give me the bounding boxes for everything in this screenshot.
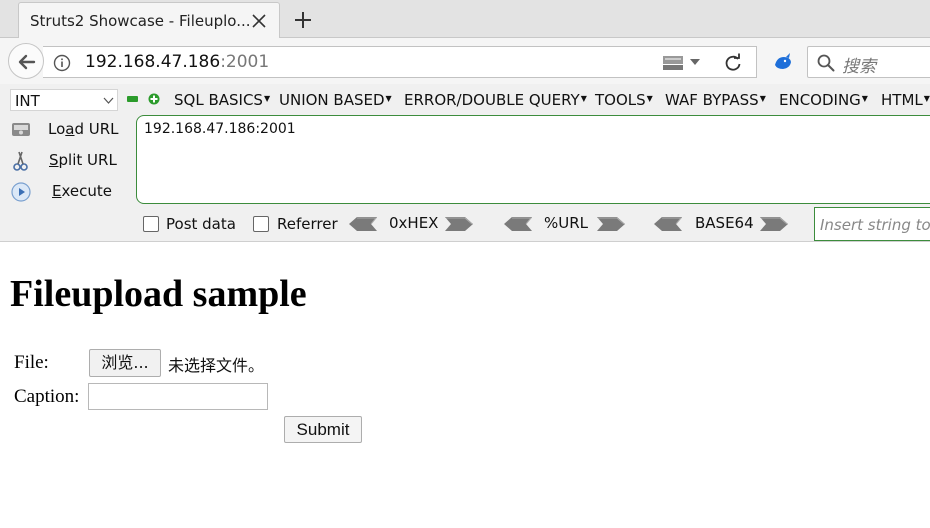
search-input[interactable]: 搜索 (842, 52, 876, 77)
caret-down-icon: ▼ (759, 94, 766, 103)
page-actions-icon[interactable] (661, 53, 685, 73)
url-port: :2001 (220, 52, 270, 72)
new-tab-icon[interactable] (291, 8, 315, 32)
label-part: plit URL (58, 151, 117, 169)
caption-label: Caption: (14, 386, 80, 407)
tab-title: Struts2 Showcase - Fileuplo... (30, 12, 251, 30)
base64-encode-arrow-icon[interactable] (760, 217, 788, 231)
referrer-checkbox[interactable] (253, 216, 269, 232)
menu-label: SQL BASICS (174, 91, 263, 109)
caption-input[interactable] (88, 383, 268, 410)
menu-encoding[interactable]: ENCODING▼ (779, 91, 868, 109)
split-url-button[interactable]: Split URL (10, 148, 130, 174)
type-select[interactable]: INT (10, 89, 118, 111)
back-arrow-icon (18, 54, 36, 70)
load-url-button[interactable]: Load URL (10, 117, 130, 143)
menu-waf-bypass[interactable]: WAF BYPASS▼ (665, 91, 766, 109)
back-button[interactable] (8, 43, 44, 79)
search-bar[interactable]: 搜索 (807, 46, 930, 78)
insert-string-input[interactable]: Insert string to (814, 207, 930, 241)
type-select-value: INT (15, 92, 40, 110)
url-bar[interactable]: 192.168.47.186:2001 (43, 46, 757, 78)
menu-error-double-query[interactable]: ERROR/DOUBLE QUERY▼ (404, 91, 587, 109)
minus-icon[interactable] (127, 96, 138, 102)
menu-label: TOOLS (595, 91, 646, 109)
menu-label: ERROR/DOUBLE QUERY (404, 91, 580, 109)
base64-label: BASE64 (695, 214, 754, 232)
plus-icon[interactable] (148, 93, 160, 105)
menu-label: WAF BYPASS (665, 91, 759, 109)
menu-label: HTML (881, 91, 923, 109)
caret-down-icon: ▼ (580, 94, 587, 103)
label-accesskey: S (49, 151, 59, 169)
url-textarea[interactable]: 192.168.47.186:2001 (136, 115, 930, 204)
referrer-label: Referrer (277, 215, 338, 233)
post-data-label: Post data (166, 215, 236, 233)
load-url-label: Load URL (48, 120, 119, 138)
label-part: d URL (74, 120, 119, 138)
navigation-bar: 192.168.47.186:2001 搜索 (0, 38, 930, 84)
load-url-icon (12, 123, 30, 136)
url-decode-arrow-icon[interactable] (504, 217, 532, 231)
chevron-down-icon (103, 97, 114, 104)
split-url-label: Split URL (49, 151, 117, 169)
hex-decode-arrow-icon[interactable] (349, 217, 377, 231)
extension-icon[interactable] (772, 51, 794, 73)
caret-down-icon: ▼ (861, 94, 868, 103)
hex-encode-arrow-icon[interactable] (445, 217, 473, 231)
browse-button[interactable]: 浏览... (89, 349, 161, 377)
tab-strip: Struts2 Showcase - Fileuplo... (0, 0, 930, 39)
menu-label: ENCODING (779, 91, 861, 109)
menu-html[interactable]: HTML▼ (881, 91, 930, 109)
url-textarea-value: 192.168.47.186:2001 (144, 121, 296, 137)
file-label: File: (14, 352, 49, 373)
post-data-checkbox[interactable] (143, 216, 159, 232)
execute-button[interactable]: Execute (10, 179, 130, 205)
page-title: Fileupload sample (10, 273, 307, 315)
menu-label: UNION BASED (279, 91, 385, 109)
caret-down-icon: ▼ (646, 94, 653, 103)
search-icon (817, 54, 835, 72)
url-encode-label: %URL (544, 214, 589, 232)
execute-label: Execute (52, 182, 112, 200)
caret-down-icon: ▼ (263, 94, 271, 103)
insert-string-placeholder: Insert string to (820, 216, 930, 234)
url-text[interactable]: 192.168.47.186:2001 (85, 52, 269, 72)
hackbar-toolbar: INT SQL BASICS▼ UNION BASED▼ ERROR/DOUBL… (0, 84, 930, 242)
scissors-icon (13, 151, 28, 171)
close-icon[interactable] (249, 11, 269, 31)
tab-active[interactable]: Struts2 Showcase - Fileuplo... (18, 2, 280, 39)
menu-tools[interactable]: TOOLS▼ (595, 91, 653, 109)
caret-down-icon: ▼ (923, 94, 930, 103)
reload-icon[interactable] (723, 53, 743, 73)
caret-down-icon: ▼ (385, 94, 392, 103)
label-part: xecute (61, 182, 112, 200)
menu-union-based[interactable]: UNION BASED▼ (279, 91, 392, 109)
info-icon[interactable] (53, 54, 71, 72)
base64-decode-arrow-icon[interactable] (654, 217, 682, 231)
no-file-text: 未选择文件。 (168, 356, 265, 375)
chevron-down-icon[interactable] (689, 58, 701, 66)
url-encode-arrow-icon[interactable] (597, 217, 625, 231)
url-host: 192.168.47.186 (85, 52, 221, 72)
menu-sql-basics[interactable]: SQL BASICS▼ (174, 91, 270, 109)
submit-button[interactable]: Submit (284, 416, 362, 443)
hex-label: 0xHEX (389, 214, 439, 232)
play-icon (11, 182, 31, 202)
label-part: Lo (48, 120, 66, 138)
